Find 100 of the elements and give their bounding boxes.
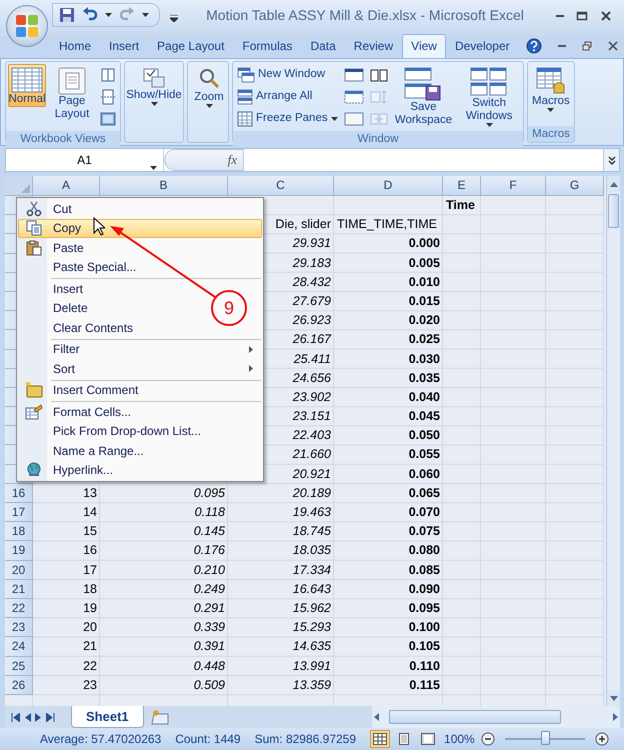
menu-item[interactable]: Pick From Drop-down List... [18, 422, 262, 441]
window-icon [344, 66, 364, 82]
row-header[interactable]: 23 [5, 618, 33, 638]
minus-icon [480, 732, 495, 746]
table-cell: 15 [83, 524, 97, 538]
horizontal-scrollbar[interactable] [372, 706, 620, 728]
last-sheet-icon [46, 712, 55, 722]
table-cell: 15.293 [292, 620, 331, 634]
table-cell: 29.931 [292, 236, 331, 250]
table-cell: 27.679 [292, 294, 331, 308]
menu-item[interactable]: Hyperlink... [18, 460, 262, 480]
row-header[interactable]: 22 [5, 598, 33, 618]
column-header[interactable]: B [100, 176, 228, 196]
table-cell: 0.050 [408, 428, 440, 442]
ribbon-button[interactable]: Macros [530, 64, 572, 113]
scissors-icon [26, 200, 42, 217]
ribbon-tab[interactable]: Developer [446, 34, 519, 58]
ribbon-tab[interactable]: Data [301, 34, 345, 58]
step-number: 9 [211, 290, 247, 326]
grid-icon [11, 67, 43, 93]
table-cell: 0.095 [194, 486, 225, 500]
save-icon [404, 67, 442, 101]
globe-icon [26, 462, 42, 478]
book-icon [100, 66, 116, 82]
row-header[interactable]: 18 [5, 522, 33, 542]
ribbon-button[interactable]: Page Layout [48, 64, 96, 122]
ribbon-button[interactable]: Normal [8, 64, 46, 107]
menu-item[interactable]: Name a Range... [18, 441, 262, 460]
minimize-icon [556, 14, 564, 17]
menu-item[interactable]: Sort [18, 359, 262, 378]
ribbon-tab[interactable]: Insert [100, 34, 148, 58]
table-cell: 13.359 [292, 678, 331, 692]
status-text: Sum: 82986.97259 [254, 731, 356, 748]
row-header[interactable]: 20 [5, 560, 33, 580]
row-header[interactable]: 19 [5, 541, 33, 561]
ribbon-button[interactable]: Arrange All [235, 86, 340, 107]
ribbon-tab[interactable]: Review [344, 34, 402, 58]
view-button[interactable] [370, 730, 390, 748]
column-header[interactable]: E [443, 176, 481, 196]
ribbon-tab[interactable]: Page Layout [148, 34, 234, 58]
zoom-slider-thumb[interactable] [540, 731, 550, 745]
book-icon [370, 66, 388, 82]
ribbon-button[interactable]: New Window [235, 64, 340, 85]
window-title: Motion Table ASSY Mill & Die.xlsx - Microsoft Excel [205, 6, 525, 24]
table-cell: 0.100 [408, 620, 440, 634]
table-cell: 22 [83, 658, 97, 672]
column-header[interactable]: A [33, 176, 100, 196]
table-icon [237, 110, 253, 126]
arrow-right-icon [613, 713, 618, 721]
cursor-icon [93, 217, 105, 236]
table-cell: 0.025 [408, 332, 440, 346]
next-sheet-icon [35, 712, 42, 722]
zoom-level[interactable]: 100% [444, 730, 475, 748]
sheet-tab[interactable]: Sheet1 [71, 706, 144, 728]
close-icon [608, 41, 618, 51]
row-header[interactable]: 26 [5, 676, 33, 695]
column-header[interactable]: G [546, 176, 604, 196]
table-cell: 0.095 [408, 600, 440, 615]
table-cell: 14.635 [292, 639, 331, 654]
table-cell: TIME_TIME,TIME [337, 217, 437, 232]
first-sheet-icon [11, 712, 20, 722]
caret-icon [150, 102, 158, 106]
table-cell: 25.411 [294, 352, 331, 366]
row-header[interactable]: 24 [5, 637, 33, 656]
caret-icon [105, 13, 112, 17]
vertical-scrollbar[interactable] [606, 176, 620, 706]
row-header[interactable]: 16 [5, 484, 33, 503]
scroll-thumb[interactable] [388, 710, 561, 724]
row-header[interactable]: 21 [5, 580, 33, 599]
menu-item[interactable]: Cut [18, 199, 262, 218]
scroll-thumb[interactable] [608, 194, 619, 228]
search-icon [197, 67, 221, 91]
ribbon-tab[interactable]: View [402, 34, 446, 58]
menu-item[interactable]: Paste [18, 238, 262, 258]
table-cell: 18 [83, 582, 97, 596]
ribbon-button[interactable]: Freeze Panes [235, 108, 340, 129]
office-logo-icon [14, 13, 40, 39]
plus-icon [594, 732, 609, 746]
table-cell: 0.339 [194, 620, 225, 634]
table-cell: 26.167 [292, 332, 331, 346]
table-cell: 21.660 [292, 447, 331, 462]
macro-icon [536, 67, 566, 95]
table-cell: 28.432 [292, 274, 331, 289]
ribbon-button[interactable]: Save Workspace [392, 64, 456, 128]
redo-icon [119, 7, 135, 23]
ribbon-button[interactable]: Switch Windows [457, 64, 521, 128]
table-cell: 19 [83, 600, 97, 615]
table-cell: 0.176 [194, 543, 225, 558]
row-header[interactable]: 25 [5, 656, 33, 676]
table-cell: 23.902 [292, 390, 331, 404]
ribbon-tab[interactable]: Formulas [233, 34, 302, 58]
column-header[interactable]: C [228, 176, 334, 196]
row-header[interactable]: 17 [5, 503, 33, 522]
menu-item[interactable]: Copy [18, 218, 262, 238]
status-text: Average: 57.47020263 [40, 731, 162, 748]
column-header[interactable]: F [481, 176, 546, 196]
ribbon-tab[interactable]: Home [50, 34, 100, 58]
table-cell: 29.183 [292, 256, 331, 270]
column-header[interactable]: D [334, 176, 443, 196]
menu-item[interactable]: Paste Special... [18, 258, 262, 277]
